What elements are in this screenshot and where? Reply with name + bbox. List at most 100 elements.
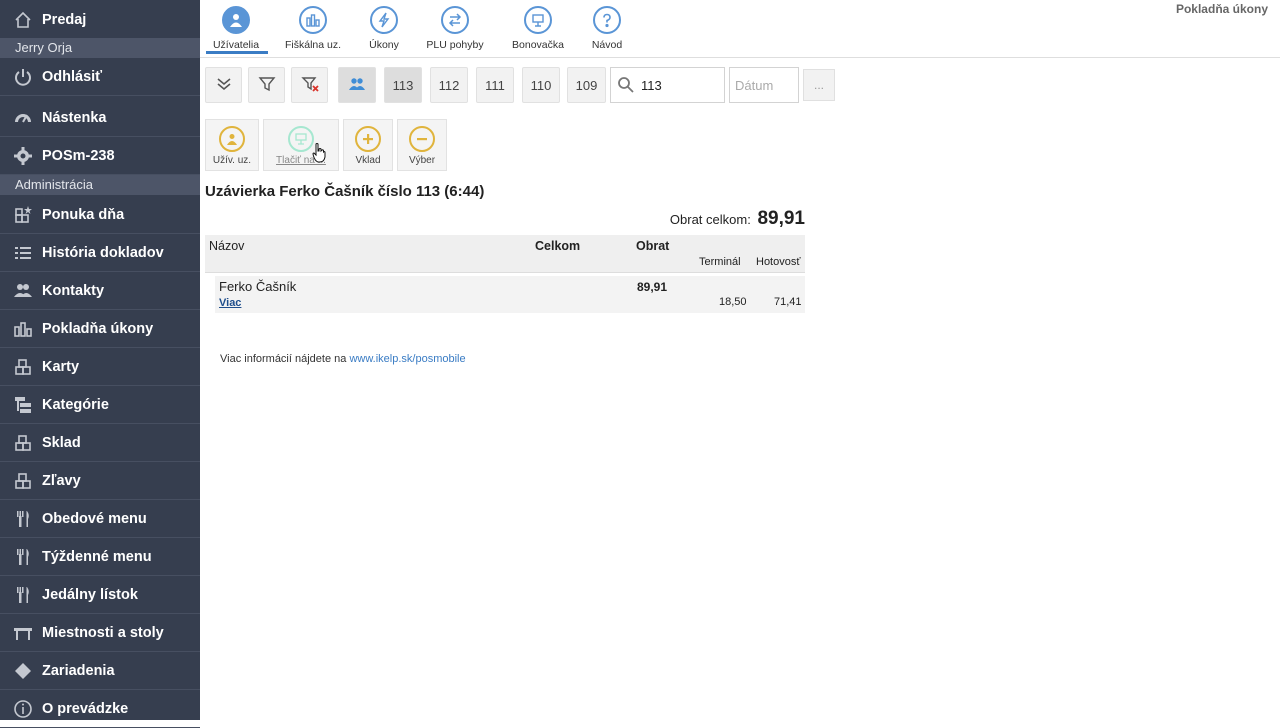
sidebar-item-label: Sklad [42, 435, 81, 451]
clear-filter-button[interactable] [291, 67, 328, 103]
tab-label: Fiškálna uz. [284, 39, 342, 51]
search-input[interactable] [641, 77, 711, 93]
column-header-total: Celkom [535, 239, 581, 253]
total-label: Obrat celkom: [669, 212, 751, 227]
sidebar-item-dashboard[interactable]: Nástenka [0, 100, 200, 137]
sidebar-item-miestnosti[interactable]: Miestnosti a stoly [0, 615, 200, 652]
sidebar-item-label: Jedálny lístok [42, 587, 138, 603]
gear-icon [12, 145, 34, 167]
user-icon [219, 126, 245, 152]
report-title: Uzávierka Ferko Čašník číslo 113 (6:44) [205, 183, 485, 200]
table-icon [12, 622, 34, 644]
closure-112-button[interactable]: 112 [430, 67, 468, 103]
column-header-terminal: Terminál [699, 256, 741, 268]
cutlery-icon [12, 546, 34, 568]
sidebar-section-admin: Administrácia [0, 175, 200, 195]
sidebar-item-label: Karty [42, 359, 80, 375]
sidebar-item-kategorie[interactable]: Kategórie [0, 387, 200, 424]
user-closure-button[interactable]: Užív. uz. [205, 119, 259, 171]
filter-clear-icon [300, 75, 319, 96]
table-header: Názov Celkom Obrat Terminál Hotovosť [205, 235, 805, 273]
sidebar-item-jedalny-listok[interactable]: Jedálny lístok [0, 577, 200, 614]
cutlery-icon [12, 584, 34, 606]
table-row: Ferko Čašník Viac 89,91 18,50 71,41 [215, 276, 805, 313]
closure-111-button[interactable]: 111 [476, 67, 514, 103]
sidebar-item-label: Týždenné menu [42, 549, 152, 565]
sidebar-item-kontakty[interactable]: Kontakty [0, 273, 200, 310]
list-icon [12, 242, 34, 264]
deposit-button[interactable]: Vklad [343, 119, 393, 171]
date-input[interactable] [729, 67, 799, 103]
row-name: Ferko Čašník [219, 279, 297, 294]
sidebar-item-logout[interactable]: Odhlásiť [0, 59, 200, 96]
printer-icon [288, 126, 314, 152]
power-icon [12, 66, 34, 88]
filter-icon [258, 75, 276, 96]
sidebar-item-karty[interactable]: Karty [0, 349, 200, 386]
page-title: Pokladňa úkony [1175, 2, 1268, 16]
tab-bonovacka[interactable]: Bonovačka [506, 4, 570, 54]
closure-113-button[interactable]: 113 [384, 67, 422, 103]
tab-label: Užívatelia [212, 39, 260, 51]
diamond-icon [12, 660, 34, 682]
sidebar-item-tyzdenne-menu[interactable]: Týždenné menu [0, 539, 200, 576]
sidebar-item-label: Kategórie [42, 397, 109, 413]
sidebar-item-label: Zľavy [42, 473, 81, 489]
blocks-star-icon [12, 204, 34, 226]
sidebar-item-pokladna[interactable]: Pokladňa úkony [0, 311, 200, 348]
blocks-icon [12, 356, 34, 378]
sidebar-item-predaj[interactable]: Predaj [0, 2, 200, 39]
bar-chart-icon [299, 6, 327, 34]
withdrawal-button[interactable]: Výber [397, 119, 447, 171]
cutlery-icon [12, 508, 34, 530]
sidebar-item-label: Ponuka dňa [42, 207, 125, 223]
plus-icon [355, 126, 381, 152]
dashboard-icon [12, 107, 34, 129]
tab-navod[interactable]: Návod [575, 4, 639, 54]
minus-icon [409, 126, 435, 152]
tab-fiskalna[interactable]: Fiškálna uz. [281, 4, 345, 54]
swap-icon [441, 6, 469, 34]
sidebar-item-o-prevadzke[interactable]: O prevádzke [0, 691, 200, 728]
sidebar-item-label: O prevádzke [42, 701, 129, 717]
search-box [610, 67, 725, 103]
printer-icon [524, 6, 552, 34]
expand-button[interactable] [205, 67, 242, 103]
double-chevron-down-icon [215, 75, 233, 96]
closure-109-button[interactable]: 109 [567, 67, 606, 103]
tree-icon [12, 394, 34, 416]
row-cash: 71,41 [774, 296, 802, 308]
tab-label: Návod [591, 39, 623, 51]
more-link[interactable]: Viac [219, 297, 241, 309]
action-label: Vklad [355, 155, 381, 166]
sidebar-item-sklad[interactable]: Sklad [0, 425, 200, 462]
hand-cursor-icon [312, 143, 326, 163]
sidebar-item-label: Zariadenia [42, 663, 115, 679]
bar-chart-icon [12, 318, 34, 340]
total-turnover: Obrat celkom: 89,91 [640, 208, 805, 230]
sidebar-item-zariadenia[interactable]: Zariadenia [0, 653, 200, 690]
info-text: Viac informácií nájdete na [220, 353, 347, 365]
sidebar-item-label: Pokladňa úkony [42, 321, 154, 337]
tab-label: PLU pohyby [426, 39, 484, 51]
more-button[interactable]: ... [803, 69, 835, 101]
tab-label: Úkony [369, 39, 399, 51]
tab-uzivatelia[interactable]: Užívatelia [204, 4, 268, 54]
info-link[interactable]: www.ikelp.sk/posmobile [349, 353, 465, 365]
sidebar-item-obedove-menu[interactable]: Obedové menu [0, 501, 200, 538]
blocks-icon [12, 432, 34, 454]
sidebar-item-device[interactable]: POSm-238 [0, 138, 200, 175]
column-header-name: Názov [209, 239, 245, 253]
users-filter-button[interactable] [338, 67, 376, 103]
filter-button[interactable] [248, 67, 285, 103]
column-header-cash: Hotovosť [756, 256, 801, 268]
sidebar-item-historia[interactable]: História dokladov [0, 235, 200, 272]
tab-ukony[interactable]: Úkony [352, 4, 416, 54]
closure-110-button[interactable]: 110 [522, 67, 560, 103]
sidebar-item-zlavy[interactable]: Zľavy [0, 463, 200, 500]
print-button[interactable]: Tlačiť na ... [263, 119, 339, 171]
user-icon [222, 6, 250, 34]
info-footer: Viac informácií nájdete na www.ikelp.sk/… [220, 353, 466, 365]
tab-plu-pohyby[interactable]: PLU pohyby [423, 4, 487, 54]
sidebar-item-ponuka-dna[interactable]: Ponuka dňa [0, 197, 200, 234]
